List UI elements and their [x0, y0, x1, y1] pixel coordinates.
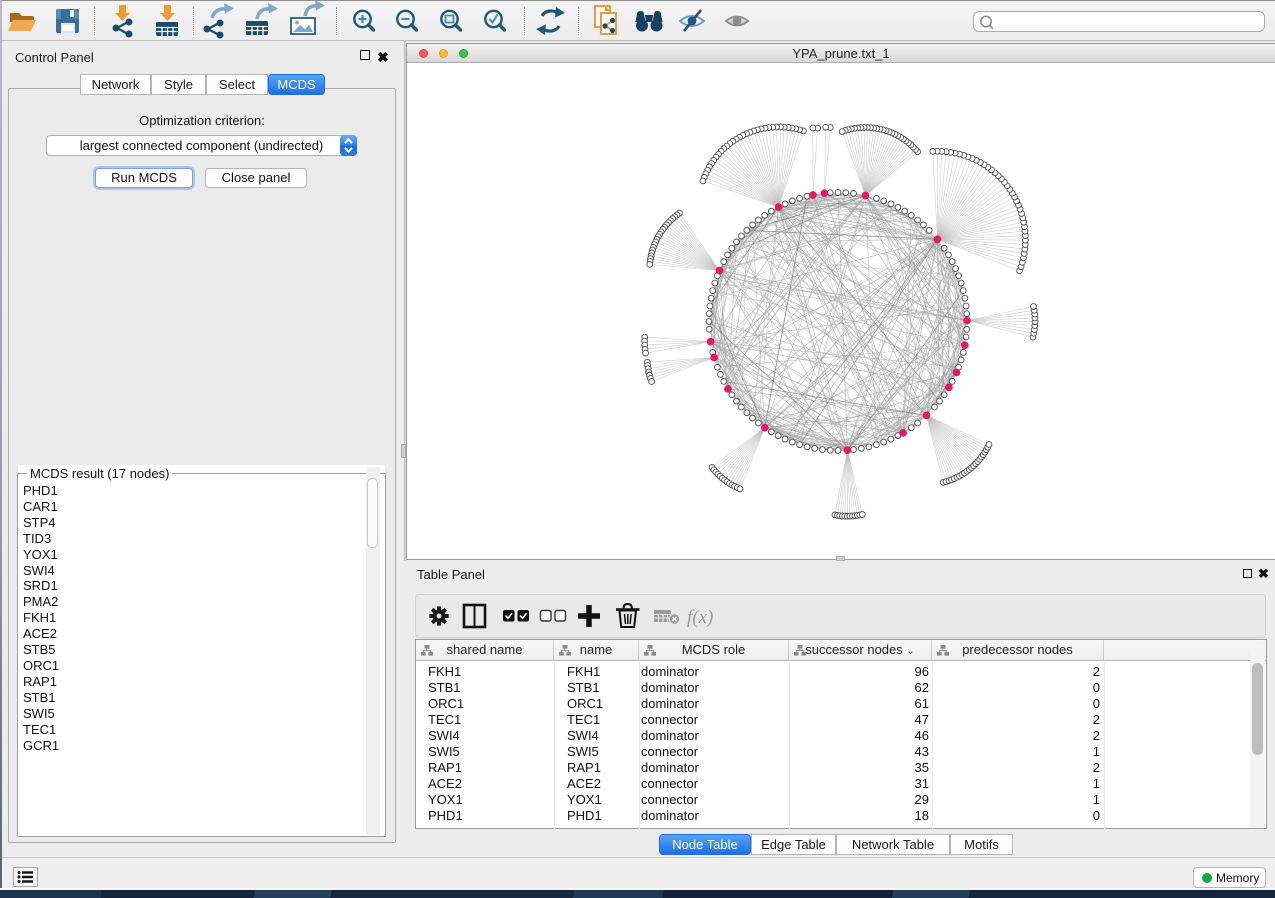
svg-text:f(x): f(x)	[687, 607, 713, 628]
